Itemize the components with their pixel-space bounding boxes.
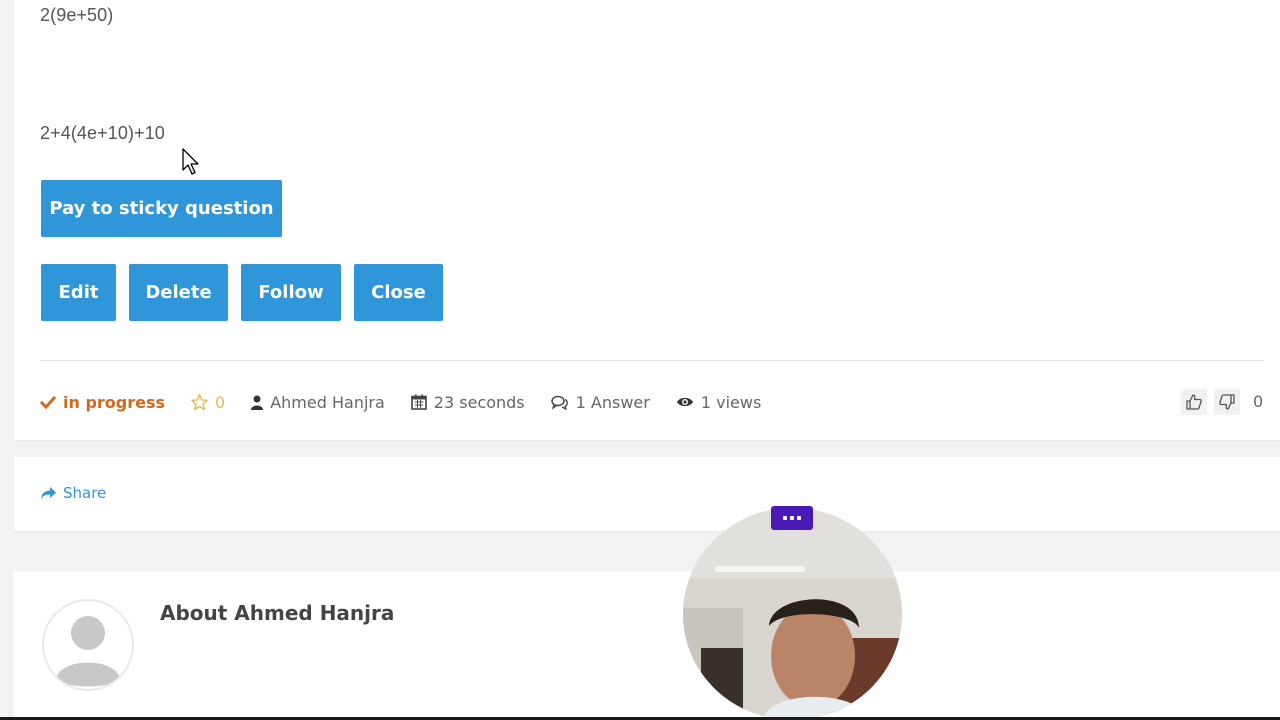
calendar-icon — [410, 394, 427, 410]
share-label: Share — [63, 484, 107, 502]
about-title: About Ahmed Hanjra — [160, 601, 395, 625]
more-icon-dot — [783, 516, 787, 520]
thumbs-up-icon — [1186, 394, 1202, 410]
webcam-more-button[interactable] — [771, 506, 813, 530]
avatar[interactable] — [42, 599, 134, 691]
share-icon — [41, 487, 56, 500]
about-author-card: About Ahmed Hanjra — [14, 571, 1280, 720]
views-count: 1 views — [676, 393, 761, 412]
thumbs-down-icon — [1219, 394, 1235, 410]
vote-count: 0 — [1253, 392, 1264, 411]
webcam-overlay — [683, 508, 902, 720]
more-icon-dot — [797, 516, 801, 520]
question-body-line-2: 2+4(4e+10)+10 — [40, 123, 165, 143]
star-icon — [191, 394, 208, 410]
default-avatar-icon — [44, 601, 132, 689]
question-body-line-1: 2(9e+50) — [40, 5, 114, 25]
mouse-cursor-icon — [182, 148, 199, 175]
check-icon — [40, 395, 56, 409]
vote-up-button[interactable] — [1181, 389, 1207, 415]
answers-count[interactable]: 1 Answer — [550, 392, 650, 412]
more-icon-dot — [790, 516, 794, 520]
webcam-video-frame — [683, 508, 902, 720]
question-card: 2(9e+50) 2+4(4e+10)+10 Pay to sticky que… — [14, 0, 1280, 440]
eye-icon — [676, 397, 693, 407]
delete-button[interactable]: Delete — [129, 264, 228, 321]
comments-icon — [550, 395, 568, 410]
favorite-count[interactable]: 0 — [191, 393, 225, 412]
share-card: Share — [14, 457, 1280, 531]
share-button[interactable]: Share — [40, 484, 106, 502]
post-time: 23 seconds — [410, 392, 525, 412]
views-count-text: 1 views — [700, 392, 762, 412]
author-link[interactable]: Ahmed Hanjra — [251, 393, 385, 412]
author-name: Ahmed Hanjra — [270, 392, 385, 412]
close-button[interactable]: Close — [354, 264, 443, 321]
follow-button[interactable]: Follow — [241, 264, 341, 321]
edit-button[interactable]: Edit — [41, 264, 116, 321]
question-meta: in progress 0 Ahmed Hanjra 23 seconds 1 … — [40, 390, 787, 414]
vote-down-button[interactable] — [1214, 389, 1240, 415]
answers-count-text: 1 Answer — [575, 392, 650, 412]
pay-to-sticky-button[interactable]: Pay to sticky question — [41, 180, 282, 237]
status-text: in progress — [63, 392, 166, 412]
divider — [40, 360, 1264, 361]
status-badge: in progress — [40, 393, 165, 412]
user-icon — [251, 395, 264, 410]
post-time-text: 23 seconds — [433, 392, 525, 412]
favorite-count-value: 0 — [215, 392, 226, 412]
